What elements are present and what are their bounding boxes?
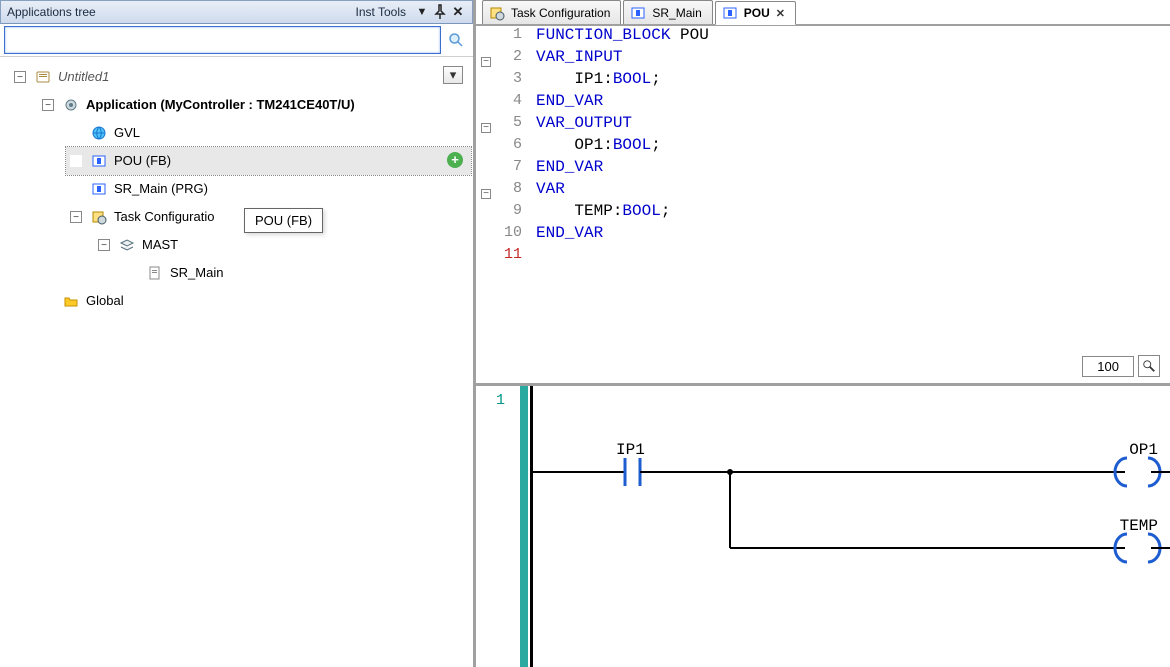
project-icon <box>34 68 52 86</box>
fold-icon[interactable]: − <box>481 123 491 133</box>
contact-label-ip1[interactable]: IP1 <box>616 441 645 459</box>
search-input[interactable] <box>4 26 441 54</box>
mast-node[interactable]: MAST <box>142 232 178 258</box>
declaration-editor[interactable]: − − − 123 456 789 1011 FUNCTION_BLOCK PO… <box>476 26 1170 386</box>
tab-sr-main[interactable]: SR_Main <box>623 0 712 24</box>
tree-dropdown-button[interactable]: ▾ <box>443 66 463 84</box>
project-root-label[interactable]: Untitled1 <box>58 64 109 90</box>
search-icon[interactable] <box>443 27 469 53</box>
application-icon <box>62 96 80 114</box>
function-block-icon <box>630 5 646 21</box>
fold-icon[interactable]: − <box>481 189 491 199</box>
line-number-gutter: 123 456 789 1011 <box>496 26 530 383</box>
mast-srmain-node[interactable]: SR_Main <box>170 260 223 286</box>
zoom-icon[interactable] <box>1138 355 1160 377</box>
expander-icon[interactable]: − <box>14 71 26 83</box>
coil-label-temp[interactable]: TEMP <box>1120 517 1158 535</box>
task-config-icon <box>489 5 505 21</box>
panel-header: Applications tree Inst Tools ▼ ✕ <box>0 0 473 24</box>
ladder-diagram <box>530 386 1170 646</box>
tab-label: Task Configuration <box>511 6 610 20</box>
tab-label: POU <box>744 6 770 20</box>
editor-tabs: Task Configuration SR_Main POU ✕ <box>476 0 1170 26</box>
application-node[interactable]: Application (MyController : TM241CE40T/U… <box>86 92 355 118</box>
add-icon[interactable]: + <box>447 152 463 168</box>
fold-gutter: − − − <box>476 26 496 383</box>
ladder-editor[interactable]: 1 <box>476 386 1170 667</box>
expander-icon[interactable]: − <box>70 211 82 223</box>
task-config-icon <box>90 208 108 226</box>
expander-icon[interactable]: − <box>42 99 54 111</box>
tab-pou[interactable]: POU ✕ <box>715 1 796 25</box>
applications-tree[interactable]: − Untitled1 ▾ − <box>4 63 471 315</box>
pin-icon[interactable] <box>432 4 448 20</box>
folder-icon <box>62 292 80 310</box>
close-icon[interactable]: ✕ <box>450 4 466 20</box>
gvl-node[interactable]: GVL <box>114 120 140 146</box>
tab-close-icon[interactable]: ✕ <box>776 7 785 20</box>
panel-title: Applications tree <box>7 5 356 19</box>
expander-icon[interactable]: − <box>98 239 110 251</box>
rung-number: 1 <box>496 392 505 409</box>
pou-call-icon <box>146 264 164 282</box>
srmain-node[interactable]: SR_Main (PRG) <box>114 176 208 202</box>
global-node[interactable]: Global <box>86 288 124 314</box>
coil-label-op1[interactable]: OP1 <box>1129 441 1158 459</box>
tooltip: POU (FB) <box>244 208 323 233</box>
panel-tool-label: Inst Tools <box>356 5 406 19</box>
task-icon <box>118 236 136 254</box>
zoom-level[interactable]: 100 <box>1082 356 1134 377</box>
power-rail-highlight <box>520 386 528 667</box>
dropdown-icon[interactable]: ▼ <box>414 4 430 20</box>
fold-icon[interactable]: − <box>481 57 491 67</box>
tab-task-configuration[interactable]: Task Configuration <box>482 0 621 24</box>
tab-label: SR_Main <box>652 6 701 20</box>
globe-icon <box>90 124 108 142</box>
function-block-icon <box>722 5 738 21</box>
program-icon <box>90 180 108 198</box>
task-config-node[interactable]: Task Configuratio <box>114 204 214 230</box>
function-block-icon <box>90 152 108 170</box>
code-text[interactable]: FUNCTION_BLOCK POU VAR_INPUT IP1:BOOL; E… <box>530 26 1170 383</box>
pou-node[interactable]: POU (FB) <box>114 148 171 174</box>
